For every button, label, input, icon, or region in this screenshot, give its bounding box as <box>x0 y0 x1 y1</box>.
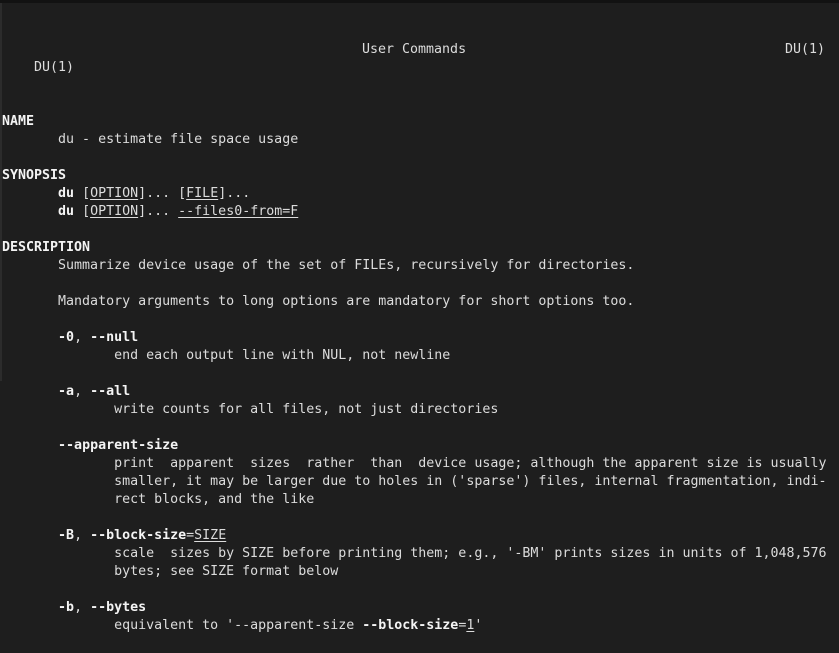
text: ]... <box>138 204 179 219</box>
header-right: DU(1) <box>785 42 826 57</box>
header-left: DU(1) <box>34 60 75 75</box>
man-line: equivalent to '--apparent-size --block-s… <box>2 617 827 635</box>
text: , <box>74 330 91 345</box>
text: , <box>74 600 91 615</box>
text: ]... <box>218 186 251 201</box>
underlined-text: --files0-from=F <box>178 204 299 219</box>
man-line: end each output line with NUL, not newli… <box>2 347 827 365</box>
man-line: -B, --block-size=SIZE <box>2 527 827 545</box>
text: end each output line with NUL, not newli… <box>2 348 451 363</box>
man-line: DESCRIPTION <box>2 239 827 257</box>
underlined-text: FILE <box>186 186 219 201</box>
text: ' <box>474 618 483 633</box>
man-line: rect blocks, and the like <box>2 491 827 509</box>
bold-text: NAME <box>2 114 35 129</box>
bold-text: -B <box>58 528 75 543</box>
text <box>2 384 58 399</box>
man-line: scale sizes by SIZE before printing them… <box>2 545 827 563</box>
man-line <box>2 581 827 599</box>
text: bytes; see SIZE format below <box>2 564 339 579</box>
bold-text: --bytes <box>90 600 147 615</box>
man-line: -0, --null <box>2 329 827 347</box>
man-line <box>2 221 827 239</box>
man-line <box>2 365 827 383</box>
man-line: -b, --bytes <box>2 599 827 617</box>
man-line <box>2 95 827 113</box>
man-line <box>2 311 827 329</box>
terminal-man-page: DU(1) User Commands DU(1) NAME du - esti… <box>2 5 827 653</box>
text <box>2 204 58 219</box>
man-line: smaller, it may be larger due to holes i… <box>2 473 827 491</box>
bold-text: SYNOPSIS <box>2 168 67 183</box>
text <box>2 186 58 201</box>
bold-text: -0 <box>58 330 75 345</box>
bold-text: --apparent-size <box>58 438 179 453</box>
text: ]... [ <box>138 186 187 201</box>
man-line <box>2 275 827 293</box>
text: write counts for all files, not just dir… <box>2 402 499 417</box>
man-line: -a, --all <box>2 383 827 401</box>
man-line: bytes; see SIZE format below <box>2 563 827 581</box>
man-line: NAME <box>2 113 827 131</box>
bold-text: DESCRIPTION <box>2 240 91 255</box>
man-line: --apparent-size <box>2 437 827 455</box>
underlined-text: 1 <box>466 618 475 633</box>
underlined-text: SIZE <box>194 528 227 543</box>
text: print apparent sizes rather than device … <box>2 456 827 471</box>
header-center: User Commands <box>362 42 467 57</box>
man-line <box>2 149 827 167</box>
man-line <box>2 419 827 437</box>
man-header: DU(1) User Commands DU(1) <box>2 41 827 75</box>
text: scale sizes by SIZE before printing them… <box>2 546 827 561</box>
text: Summarize device usage of the set of FIL… <box>2 258 635 273</box>
man-line: du [OPTION]... [FILE]... <box>2 185 827 203</box>
text <box>2 330 58 345</box>
man-line <box>2 509 827 527</box>
bold-text: --null <box>90 330 139 345</box>
text: = <box>458 618 467 633</box>
text: , <box>74 384 91 399</box>
man-line: Summarize device usage of the set of FIL… <box>2 257 827 275</box>
text: equivalent to '--apparent-size <box>2 618 363 633</box>
text <box>2 600 58 615</box>
bold-text: --block-size <box>90 528 187 543</box>
window-top-border <box>0 0 839 3</box>
text <box>2 528 58 543</box>
text: , <box>74 528 91 543</box>
underlined-text: OPTION <box>90 204 139 219</box>
man-body: NAME du - estimate file space usage SYNOP… <box>2 95 827 635</box>
man-line: SYNOPSIS <box>2 167 827 185</box>
man-line: Mandatory arguments to long options are … <box>2 293 827 311</box>
text: = <box>186 528 195 543</box>
text: rect blocks, and the like <box>2 492 315 507</box>
man-line: du [OPTION]... --files0-from=F <box>2 203 827 221</box>
bold-text: --all <box>90 384 131 399</box>
bold-text: --block-size <box>362 618 459 633</box>
text: [ <box>74 204 91 219</box>
man-line: du - estimate file space usage <box>2 131 827 149</box>
man-line: print apparent sizes rather than device … <box>2 455 827 473</box>
bold-text: du <box>58 204 75 219</box>
man-line: write counts for all files, not just dir… <box>2 401 827 419</box>
text: smaller, it may be larger due to holes i… <box>2 474 827 489</box>
text: [ <box>74 186 91 201</box>
text: Mandatory arguments to long options are … <box>2 294 635 309</box>
bold-text: -a <box>58 384 75 399</box>
underlined-text: OPTION <box>90 186 139 201</box>
bold-text: du <box>58 186 75 201</box>
bold-text: -b <box>58 600 75 615</box>
text <box>2 438 58 453</box>
text: du - estimate file space usage <box>2 132 299 147</box>
